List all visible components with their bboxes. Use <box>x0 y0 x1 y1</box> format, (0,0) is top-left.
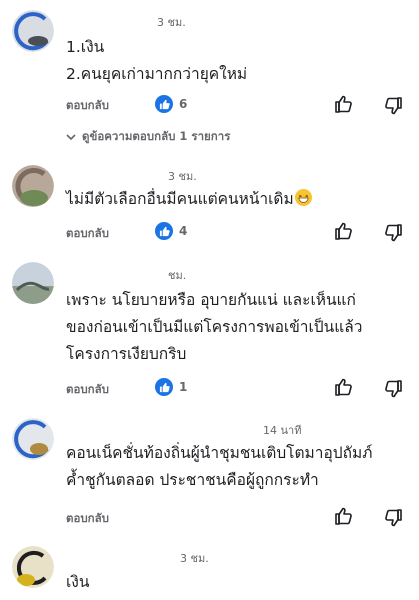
avatar[interactable] <box>12 418 54 460</box>
like-badge-icon <box>155 222 173 240</box>
comment-time: 14 นาที <box>263 424 302 437</box>
avatar[interactable] <box>12 10 54 52</box>
like-count[interactable]: 1 <box>155 378 187 396</box>
comment-text: คอนเน็คชั่นท้องถิ่นผู้นำชุมชนเติบโตมาอุป… <box>66 444 373 489</box>
comment-text: เงิน <box>66 573 90 591</box>
reply-button[interactable]: ตอบกลับ <box>66 97 109 115</box>
view-replies-link[interactable]: ดูข้อความตอบกลับ 1 รายการ <box>66 128 230 146</box>
avatar[interactable] <box>12 262 54 304</box>
comment-time: 3 ชม. <box>168 170 197 183</box>
dislike-icon[interactable] <box>383 96 403 116</box>
comment-time: 3 ชม. <box>180 552 209 565</box>
comment-text: เพราะ นโยบายหรือ อุบายกันแน่ และเห็นแก่ … <box>66 291 363 363</box>
like-icon[interactable] <box>334 506 354 526</box>
like-badge-icon <box>155 378 173 396</box>
avatar[interactable] <box>12 165 54 207</box>
like-count[interactable]: 4 <box>155 222 187 240</box>
comment-text: ไม่มีตัวเลือกอื่นมีคนแต่คนหน้าเดิม <box>66 186 406 216</box>
dislike-icon[interactable] <box>383 223 403 243</box>
like-count[interactable]: 6 <box>155 95 187 113</box>
reply-button[interactable]: ตอบกลับ <box>66 381 109 399</box>
comment-time: 3 ชม. <box>157 16 186 29</box>
avatar[interactable] <box>12 546 54 588</box>
comment-time: ชม. <box>168 269 187 282</box>
reply-button[interactable]: ตอบกลับ <box>66 225 109 243</box>
like-icon[interactable] <box>334 221 354 241</box>
chevron-down-icon <box>66 133 76 140</box>
dislike-icon[interactable] <box>383 379 403 399</box>
like-icon[interactable] <box>334 94 354 114</box>
like-badge-icon <box>155 95 173 113</box>
reply-button[interactable]: ตอบกลับ <box>66 510 109 528</box>
dislike-icon[interactable] <box>383 508 403 528</box>
comment-text: 1.เงิน 2.คนยุคเก่ามากกว่ายุคใหม่ <box>66 38 248 83</box>
like-icon[interactable] <box>334 377 354 397</box>
grinning-emoji-icon <box>294 188 313 216</box>
